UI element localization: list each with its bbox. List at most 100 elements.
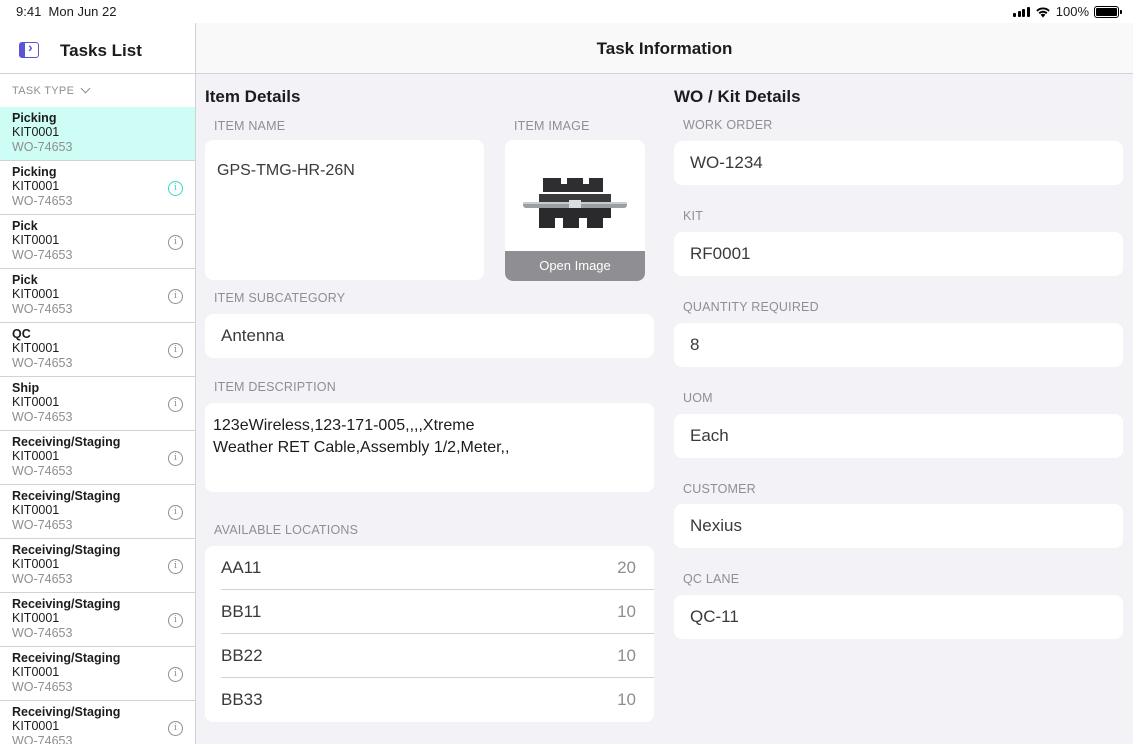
item-details-title: Item Details <box>205 87 301 106</box>
location-row[interactable]: BB33 10 <box>221 678 654 722</box>
task-list-item[interactable]: Picking KIT0001 WO-74653 <box>0 107 195 161</box>
location-name: BB11 <box>221 602 262 621</box>
task-list-item[interactable]: Pick KIT0001 WO-74653 i <box>0 269 195 323</box>
item-image <box>523 178 627 228</box>
wo-kit-details-title: WO / Kit Details <box>674 87 801 106</box>
task-type: Picking <box>12 111 57 125</box>
status-bar: 9:41 Mon Jun 22 100% <box>0 0 1133 23</box>
task-kit: KIT0001 <box>12 125 60 139</box>
task-list-item[interactable]: Receiving/Staging KIT0001 WO-74653 i <box>0 593 195 647</box>
task-list-item[interactable]: QC KIT0001 WO-74653 i <box>0 323 195 377</box>
chevron-down-icon <box>80 83 91 94</box>
filter-label: TASK TYPE <box>12 84 75 97</box>
task-list-item[interactable]: Receiving/Staging KIT0001 WO-74653 i <box>0 647 195 701</box>
info-icon[interactable]: i <box>168 559 183 574</box>
sidebar-title: Tasks List <box>60 41 142 60</box>
task-type: Pick <box>12 219 38 233</box>
battery-icon <box>1094 5 1122 18</box>
location-name: BB22 <box>221 646 263 665</box>
task-type: QC <box>12 327 31 341</box>
info-icon[interactable]: i <box>168 343 183 358</box>
open-image-button[interactable]: Open Image <box>505 251 645 281</box>
info-icon[interactable]: i <box>168 397 183 412</box>
work-order-field: WO-1234 <box>674 141 1123 185</box>
task-list: Picking KIT0001 WO-74653 Picking KIT0001 WO-7… <box>0 107 195 744</box>
work-order-label: WORK ORDER <box>683 118 773 132</box>
task-type-filter[interactable]: TASK TYPE <box>0 74 195 107</box>
location-row[interactable]: AA11 20 <box>221 546 654 590</box>
task-list-item[interactable]: Receiving/Staging KIT0001 WO-74653 i <box>0 701 195 744</box>
item-description-field: 123eWireless,123-171-005,,,,Xtreme Weath… <box>205 403 654 492</box>
item-subcategory-field: Antenna <box>205 314 654 358</box>
info-icon[interactable]: i <box>168 451 183 466</box>
task-type: Picking <box>12 165 57 179</box>
task-type: Pick <box>12 273 38 287</box>
task-list-item[interactable]: Pick KIT0001 WO-74653 i <box>0 215 195 269</box>
task-kit: KIT0001 <box>12 449 60 463</box>
info-icon[interactable]: i <box>168 505 183 520</box>
uom-value: Each <box>690 426 729 445</box>
battery-percent: 100% <box>1055 4 1089 19</box>
task-list-item[interactable]: Picking KIT0001 WO-74653 i <box>0 161 195 215</box>
info-icon[interactable]: i <box>168 181 183 196</box>
task-kit: KIT0001 <box>12 233 60 247</box>
task-type: Ship <box>12 381 40 395</box>
item-subcategory-value: Antenna <box>221 326 285 345</box>
nav-bar: Task Information <box>196 23 1133 74</box>
task-work-order: WO-74653 <box>12 734 73 744</box>
customer-field: Nexius <box>674 504 1123 548</box>
task-work-order: WO-74653 <box>12 248 73 262</box>
sidebar: Tasks List TASK TYPE PickingKIT0001WO-74… <box>0 23 196 744</box>
signal-icon <box>1013 6 1030 17</box>
task-work-order: WO-74653 <box>12 626 73 640</box>
quantity-required-field: 8 <box>674 323 1123 367</box>
task-work-order: WO-74653 <box>12 464 73 478</box>
task-list-item[interactable]: Receiving/Staging KIT0001 WO-74653 i <box>0 431 195 485</box>
task-work-order: WO-74653 <box>12 518 73 532</box>
task-work-order: WO-74653 <box>12 140 73 154</box>
task-type: Receiving/Staging <box>12 705 121 719</box>
locations-list: AA11 20 BB11 10 BB22 10 BB33 10 <box>205 546 654 722</box>
task-kit: KIT0001 <box>12 179 60 193</box>
page-title: Task Information <box>596 39 733 58</box>
item-subcategory-label: ITEM SUBCATEGORY <box>214 291 346 305</box>
location-quantity: 10 <box>617 602 636 621</box>
item-description-value: 123eWireless,123-171-005,,,,Xtreme Weath… <box>213 417 510 456</box>
location-row[interactable]: BB22 10 <box>221 634 654 678</box>
task-kit: KIT0001 <box>12 665 60 679</box>
customer-label: CUSTOMER <box>683 482 756 496</box>
qc-lane-value: QC-11 <box>690 607 739 626</box>
info-icon[interactable]: i <box>168 721 183 736</box>
info-icon[interactable]: i <box>168 613 183 628</box>
info-icon[interactable]: i <box>168 235 183 250</box>
location-name: AA11 <box>221 558 262 577</box>
task-list-item[interactable]: Receiving/Staging KIT0001 WO-74653 i <box>0 485 195 539</box>
kit-value: RF0001 <box>690 244 751 263</box>
item-name-label: ITEM NAME <box>214 119 286 133</box>
task-work-order: WO-74653 <box>12 680 73 694</box>
uom-field: Each <box>674 414 1123 458</box>
work-order-value: WO-1234 <box>690 153 763 172</box>
location-name: BB33 <box>221 690 263 709</box>
task-work-order: WO-74653 <box>12 356 73 370</box>
info-icon[interactable]: i <box>168 289 183 304</box>
task-list-item[interactable]: Ship KIT0001 WO-74653 i <box>0 377 195 431</box>
sidebar-toggle-icon[interactable] <box>19 39 39 58</box>
task-type: Receiving/Staging <box>12 435 121 449</box>
info-icon[interactable]: i <box>168 667 183 682</box>
available-locations-label: AVAILABLE LOCATIONS <box>214 523 359 537</box>
item-description-label: ITEM DESCRIPTION <box>214 380 336 394</box>
quantity-required-value: 8 <box>690 335 700 354</box>
item-image-card: Open Image <box>505 140 645 281</box>
status-indicators: 100% <box>1013 4 1122 19</box>
task-type: Receiving/Staging <box>12 543 121 557</box>
item-name-value: GPS-TMG-HR-26N <box>217 162 355 179</box>
task-work-order: WO-74653 <box>12 572 73 586</box>
location-row[interactable]: BB11 10 <box>221 590 654 634</box>
sidebar-header: Tasks List <box>0 23 195 74</box>
location-quantity: 20 <box>617 558 636 577</box>
wifi-icon <box>1036 6 1050 17</box>
task-list-item[interactable]: Receiving/Staging KIT0001 WO-74653 i <box>0 539 195 593</box>
qc-lane-label: QC LANE <box>683 572 740 586</box>
quantity-required-label: QUANTITY REQUIRED <box>683 300 819 314</box>
